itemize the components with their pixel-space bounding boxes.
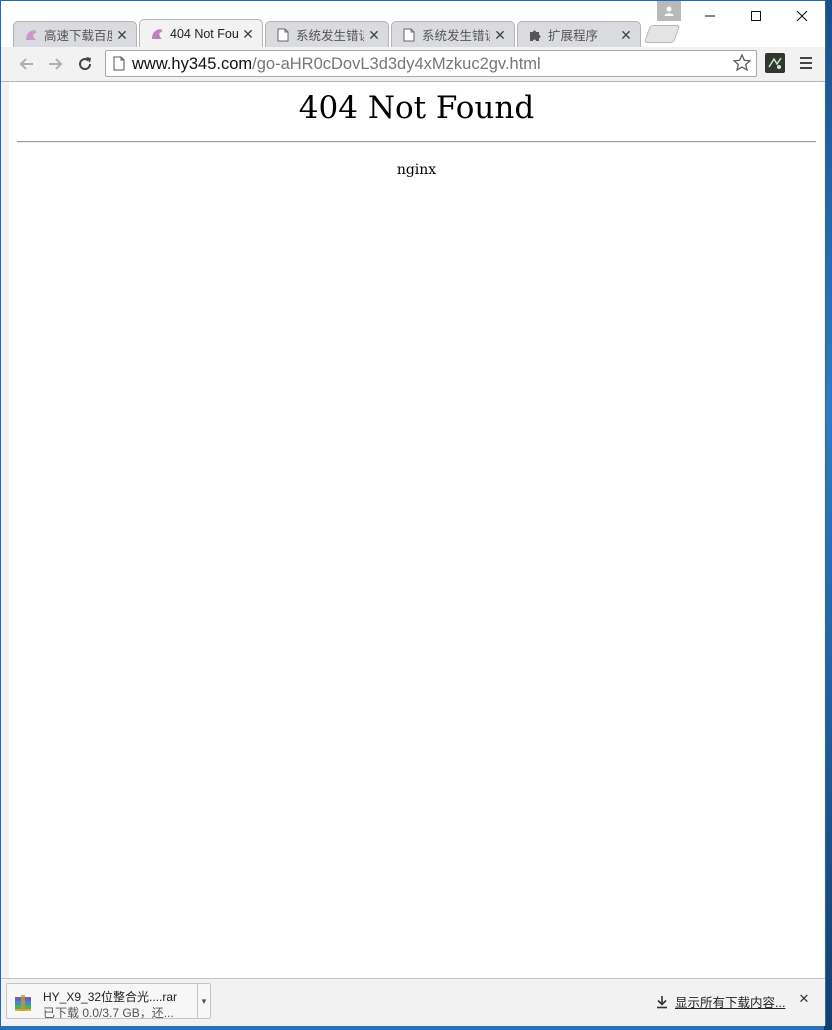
back-button[interactable] (15, 52, 39, 76)
tab-extensions[interactable]: 扩展程序 ✕ (517, 21, 641, 47)
title-bar: 高速下载百度 ✕ 404 Not Fou ✕ 系统发生错误 ✕ 系统发生错误 ✕… (1, 1, 825, 47)
download-shelf: HY_X9_32位整合光....rar 已下载 0.0/3.7 GB，还... … (1, 978, 825, 1026)
page-icon (276, 28, 290, 42)
close-icon[interactable]: ✕ (494, 27, 506, 43)
forward-button[interactable] (43, 52, 67, 76)
url-path: /go-aHR0cDovL3d3dy4xMzkuc2gv.html (252, 55, 541, 73)
url-host: www.hy345.com (132, 55, 253, 73)
tab-system-error-2[interactable]: 系统发生错误 ✕ (391, 21, 515, 47)
minimize-button[interactable] (687, 1, 733, 31)
download-file-name: HY_X9_32位整合光....rar (43, 990, 178, 1004)
page-icon (113, 56, 125, 71)
tab-title: 系统发生错误 (422, 29, 490, 43)
show-all-downloads-link[interactable]: 显示所有下载内容... (675, 992, 785, 1011)
tab-404-not-found[interactable]: 404 Not Fou ✕ (139, 19, 263, 47)
new-tab-button[interactable] (643, 25, 681, 43)
rar-archive-icon (15, 995, 31, 1011)
address-bar[interactable]: www.hy345.com/go-aHR0cDovL3d3dy4xMzkuc2g… (105, 50, 757, 77)
browser-toolbar: www.hy345.com/go-aHR0cDovL3d3dy4xMzkuc2g… (1, 47, 825, 82)
download-item[interactable]: HY_X9_32位整合光....rar 已下载 0.0/3.7 GB，还... … (6, 983, 211, 1020)
browser-window: 高速下载百度 ✕ 404 Not Fou ✕ 系统发生错误 ✕ 系统发生错误 ✕… (0, 0, 826, 1026)
menu-button[interactable] (797, 54, 815, 72)
baidu-icon (24, 28, 38, 42)
chevron-down-icon[interactable]: ▼ (197, 984, 210, 1018)
show-all-downloads[interactable]: 显示所有下载内容... (655, 992, 785, 1011)
close-icon[interactable]: ✕ (242, 26, 254, 42)
download-icon (657, 995, 667, 1008)
hamburger-menu-icon (800, 57, 812, 69)
page-icon (402, 28, 416, 42)
reload-icon (79, 57, 92, 71)
window-bottom-edge (1, 1022, 825, 1025)
download-status: 已下载 0.0/3.7 GB，还... (43, 1006, 174, 1020)
maximize-button[interactable] (733, 1, 779, 31)
minimize-icon (705, 15, 715, 17)
arrow-right-icon (49, 58, 63, 70)
tab-baidu-download[interactable]: 高速下载百度 ✕ (13, 21, 137, 47)
tab-title: 404 Not Fou (170, 26, 238, 41)
puzzle-icon (528, 28, 542, 42)
close-icon[interactable]: ✕ (797, 992, 811, 1006)
tab-title: 高速下载百度 (44, 29, 112, 43)
close-icon[interactable]: ✕ (368, 27, 380, 43)
close-window-button[interactable] (779, 1, 825, 31)
tab-title: 系统发生错误 (296, 29, 364, 43)
tab-system-error-1[interactable]: 系统发生错误 ✕ (265, 21, 389, 47)
close-icon[interactable]: ✕ (620, 27, 632, 43)
close-icon (796, 10, 808, 22)
divider (17, 141, 816, 143)
profile-icon[interactable] (657, 1, 681, 21)
server-name: nginx (396, 162, 437, 178)
page-title: 404 Not Found (298, 90, 535, 126)
page-content: 404 Not Found nginx (9, 82, 824, 978)
extension-icon[interactable] (765, 53, 785, 73)
close-icon[interactable]: ✕ (116, 27, 128, 43)
baidu-icon (150, 27, 164, 41)
reload-button[interactable] (73, 52, 97, 76)
maximize-icon (751, 11, 761, 21)
tab-strip: 高速下载百度 ✕ 404 Not Fou ✕ 系统发生错误 ✕ 系统发生错误 ✕… (13, 19, 681, 47)
arrow-left-icon (19, 58, 33, 70)
bookmark-star-icon[interactable] (732, 53, 752, 73)
url-text[interactable]: www.hy345.com/go-aHR0cDovL3d3dy4xMzkuc2g… (132, 55, 541, 74)
tab-title: 扩展程序 (548, 29, 599, 43)
